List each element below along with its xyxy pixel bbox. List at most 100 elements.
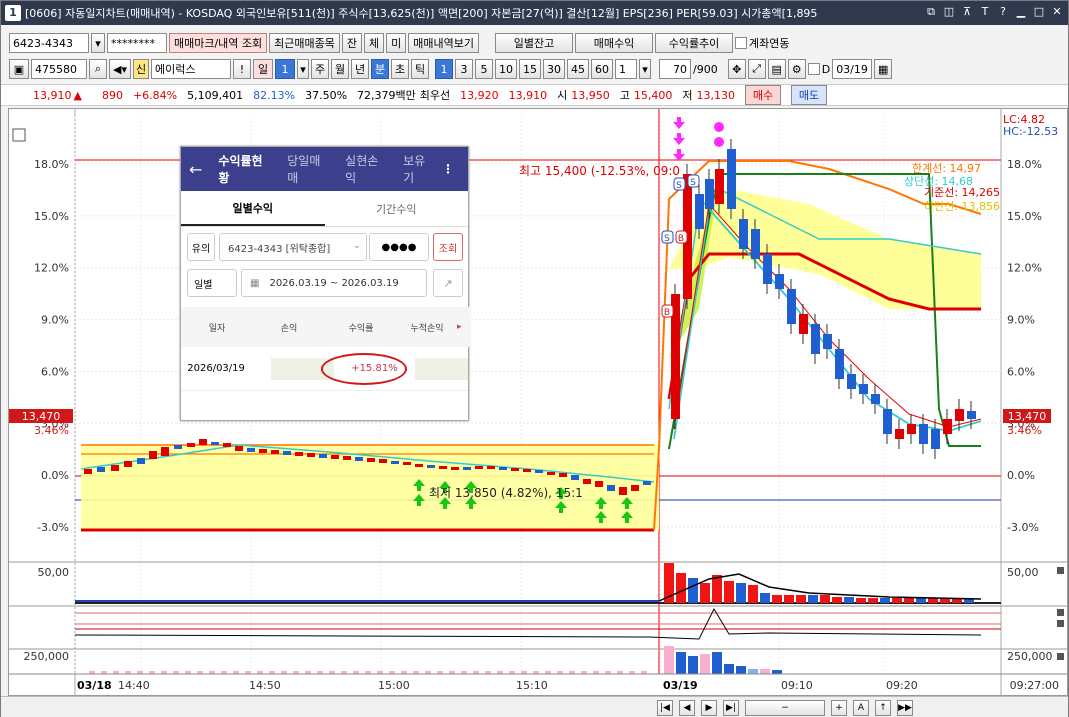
interval-30[interactable]: 30 <box>543 59 565 79</box>
count-input[interactable]: 70 <box>659 59 691 79</box>
interval-5[interactable]: 5 <box>475 59 493 79</box>
minimize-icon[interactable]: ▁ <box>1014 5 1028 19</box>
trade-mark-button[interactable]: 매매마크/내역 조회 <box>169 33 268 53</box>
date-checkbox[interactable] <box>807 63 820 75</box>
candle <box>149 451 157 459</box>
text-icon[interactable]: T <box>978 5 992 19</box>
interval-10[interactable]: 10 <box>495 59 517 79</box>
period-5[interactable]: 틱 <box>411 59 429 79</box>
day-count-select[interactable]: 1 <box>275 59 295 79</box>
subtab-period[interactable]: 기간수익 <box>325 191 469 226</box>
footer-zoom-out-icon[interactable]: − <box>745 700 825 716</box>
scroll-right-icon[interactable]: ▸ <box>457 322 462 332</box>
trend-chart-icon[interactable]: ↗ <box>433 269 463 297</box>
stock-code-input[interactable]: 475580 <box>31 59 87 79</box>
panel-close-icon[interactable] <box>1057 609 1064 616</box>
footer-reset-icon[interactable]: ↑ <box>875 700 891 716</box>
link-icon[interactable]: ⧉ <box>924 5 938 19</box>
password-input[interactable]: ******** <box>107 33 167 53</box>
custom-interval-input[interactable]: 1 <box>615 59 637 79</box>
period-2[interactable]: 년 <box>351 59 369 79</box>
maximize-icon[interactable]: □ <box>1032 5 1046 19</box>
vol2-bar <box>760 669 770 674</box>
date-type-select[interactable]: 일별 <box>187 269 237 297</box>
panel-close-icon[interactable] <box>1057 620 1064 627</box>
recent-trades-button[interactable]: 최근매매종목 <box>269 33 340 53</box>
save-icon[interactable]: ▤ <box>767 59 786 79</box>
panel-close-icon[interactable] <box>1057 567 1064 574</box>
mobile-tab-today[interactable]: 당일매매 <box>287 152 331 186</box>
balance-button[interactable]: 잔 <box>341 33 363 53</box>
footer-text-icon[interactable]: A <box>853 700 869 716</box>
y-tick-right: 9.0% <box>1007 314 1035 327</box>
buy-button[interactable]: 매수 <box>745 85 782 105</box>
period-1[interactable]: 월 <box>331 59 349 79</box>
trade-view-button[interactable]: 매매내역보기 <box>408 33 480 53</box>
panel-close-icon[interactable] <box>1057 653 1064 660</box>
speaker-icon[interactable]: ◀▾ <box>109 59 131 79</box>
y-tick-right: 0.0% <box>1007 469 1035 482</box>
search-icon[interactable]: ⌕ <box>89 59 107 79</box>
back-arrow-icon[interactable]: ← <box>189 160 202 179</box>
day-dropdown-icon[interactable]: ▾ <box>297 59 309 79</box>
interval-15[interactable]: 15 <box>519 59 541 79</box>
calendar-icon[interactable]: ▦ <box>874 59 893 79</box>
footer-prev-icon[interactable]: ◀ <box>679 700 695 716</box>
chart-svg[interactable]: 18.0% 18.0% 15.0% 15.0% 12.0% 12.0% 9.0% 9.0% 6.… <box>9 109 1067 695</box>
subtab-daily[interactable]: 일별수익 <box>181 191 325 226</box>
best-bid: 13,910 <box>508 88 548 102</box>
stock-name-field: 에이럭스 <box>151 59 231 79</box>
table-toggle-icon[interactable] <box>12 128 26 142</box>
period-4[interactable]: 초 <box>391 59 409 79</box>
footer-play-icon[interactable]: ▶▶ <box>897 700 913 716</box>
footer-first-icon[interactable]: |◀ <box>657 700 673 716</box>
link-account-checkbox[interactable] <box>735 37 748 49</box>
type-select[interactable]: 유의 <box>187 233 215 261</box>
y-tick-left: 9.0% <box>41 314 69 327</box>
mobile-tab-holdings[interactable]: 보유기 <box>403 152 436 186</box>
period-0[interactable]: 주 <box>311 59 329 79</box>
gear-icon[interactable]: ⚙ <box>787 59 806 79</box>
mobile-tab-realized[interactable]: 실현손익 <box>345 152 389 186</box>
chart-panel[interactable]: 18.0% 18.0% 15.0% 15.0% 12.0% 12.0% 9.0% 9.0% 6.… <box>8 108 1068 696</box>
profit-trend-button[interactable]: 수익률추이 <box>655 33 734 53</box>
date-range-text: 2026.03.19 ~ 2026.03.19 <box>269 277 399 289</box>
footer-next-icon[interactable]: ▶ <box>701 700 717 716</box>
trade-marker-label: B <box>678 234 684 244</box>
mobile-password[interactable]: ●●●● <box>369 233 429 261</box>
mobile-tab-profit[interactable]: 수익률현황 <box>218 152 273 186</box>
pin-icon[interactable]: ⊼ <box>960 5 974 19</box>
account-dropdown-icon[interactable]: ▾ <box>91 33 105 53</box>
mobile-query-button[interactable]: 조회 <box>433 233 463 261</box>
sell-dot-icon <box>714 122 724 132</box>
help-icon[interactable]: ? <box>996 5 1010 19</box>
layout-icon[interactable]: ▣ <box>9 59 29 79</box>
interval-60[interactable]: 60 <box>591 59 613 79</box>
trade-profit-button[interactable]: 매매수익 <box>575 33 654 53</box>
footer-zoom-in-icon[interactable]: + <box>831 700 847 716</box>
crosshair-icon[interactable]: ✥ <box>727 59 746 79</box>
close-icon[interactable]: ✕ <box>1050 5 1064 19</box>
y-tick-left: 12.0% <box>34 262 69 275</box>
interval-1[interactable]: 1 <box>435 59 453 79</box>
alert-button[interactable]: ! <box>233 59 251 79</box>
day-button[interactable]: 일 <box>253 59 273 79</box>
unexecuted-button[interactable]: 미 <box>386 33 407 53</box>
foreign-rate: 37.50% <box>305 88 348 102</box>
sell-button[interactable]: 매도 <box>791 85 828 105</box>
mobile-account-select[interactable]: 6423-4343 [위탁종합] <box>219 233 367 261</box>
interval-45[interactable]: 45 <box>567 59 589 79</box>
more-icon[interactable]: ⋮ <box>442 162 454 176</box>
executed-button[interactable]: 체 <box>364 33 385 53</box>
date-input[interactable]: 03/19 <box>832 59 873 79</box>
interval-3[interactable]: 3 <box>455 59 473 79</box>
footer-last-icon[interactable]: ▶| <box>723 700 739 716</box>
line-tool-icon[interactable]: ⤢ <box>747 59 766 79</box>
restore-icon[interactable]: ◫ <box>942 5 956 19</box>
daily-balance-button[interactable]: 일별잔고 <box>495 33 574 53</box>
candle <box>571 475 579 480</box>
account-input[interactable]: 6423-4343 <box>9 33 89 53</box>
date-range-field[interactable]: ▦ 2026.03.19 ~ 2026.03.19 <box>241 269 427 297</box>
period-3[interactable]: 분 <box>371 59 389 79</box>
interval-dropdown-icon[interactable]: ▾ <box>639 59 651 79</box>
